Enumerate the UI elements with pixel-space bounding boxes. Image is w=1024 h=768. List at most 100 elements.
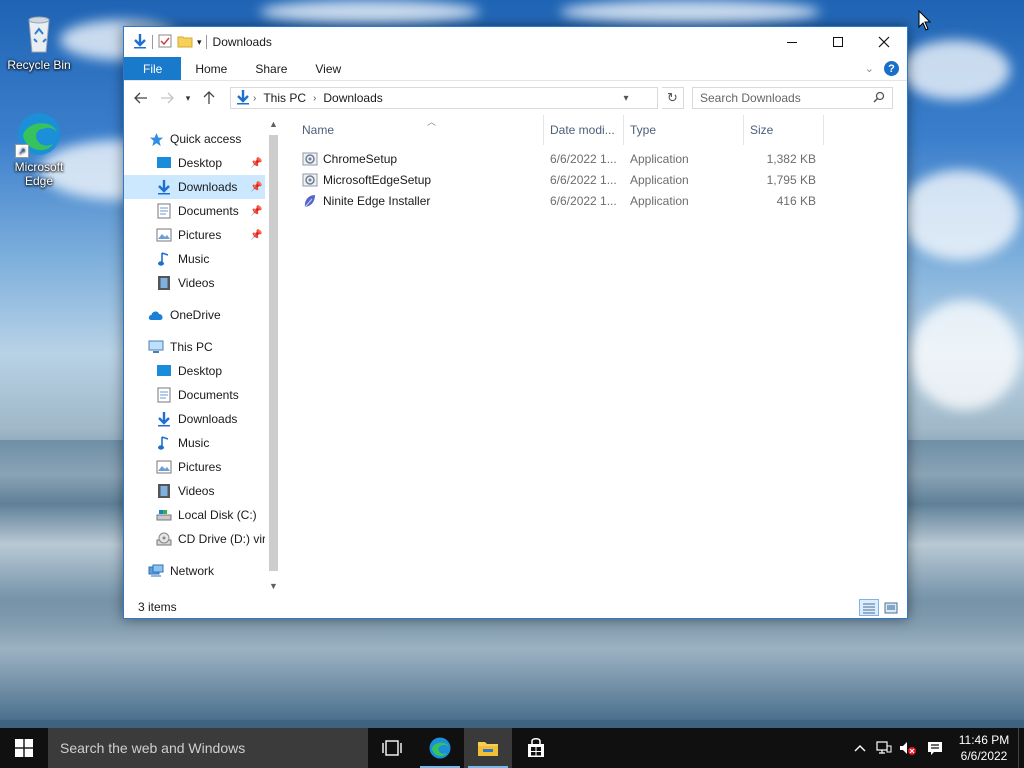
taskbar-search-box[interactable]: Search the web and Windows bbox=[48, 728, 368, 768]
nav-pc-downloads[interactable]: Downloads bbox=[124, 407, 282, 431]
file-type: Application bbox=[630, 193, 689, 208]
chrome-setup-icon bbox=[302, 151, 318, 167]
search-box[interactable]: Search Downloads bbox=[692, 87, 893, 109]
help-icon[interactable]: ? bbox=[884, 61, 899, 76]
action-center-button[interactable] bbox=[920, 728, 950, 768]
column-size[interactable]: Size bbox=[744, 115, 824, 145]
taskbar-edge-button[interactable] bbox=[416, 728, 464, 768]
column-date-modified[interactable]: Date modi... bbox=[544, 115, 624, 145]
nav-pc-documents[interactable]: Documents bbox=[124, 383, 282, 407]
search-input[interactable]: Search Downloads bbox=[700, 91, 801, 105]
column-name[interactable]: Name bbox=[282, 115, 544, 145]
show-hidden-icons-button[interactable] bbox=[848, 728, 872, 768]
nav-network[interactable]: Network bbox=[124, 559, 282, 583]
pin-icon[interactable]: 📌 bbox=[250, 158, 262, 169]
customize-toolbar-icon[interactable]: ▾ bbox=[197, 37, 202, 48]
details-view-button[interactable] bbox=[859, 599, 879, 616]
taskbar-store-button[interactable] bbox=[512, 728, 560, 768]
close-button[interactable] bbox=[861, 27, 907, 57]
expand-ribbon-icon[interactable]: ⌄ bbox=[865, 62, 874, 75]
column-header-row: Name ︿ Date modi... Type Size bbox=[282, 115, 907, 145]
address-history-dropdown[interactable]: ▾ bbox=[617, 88, 635, 108]
pin-icon[interactable]: 📌 bbox=[250, 182, 262, 193]
nav-quick-access[interactable]: Quick access bbox=[124, 127, 282, 151]
nav-label: Desktop bbox=[178, 364, 223, 378]
breadcrumb-chevron-icon[interactable]: › bbox=[251, 93, 258, 104]
toolbar-separator bbox=[152, 35, 153, 49]
forward-button[interactable] bbox=[156, 87, 178, 109]
cloud bbox=[260, 0, 480, 24]
breadcrumb-downloads[interactable]: Downloads bbox=[318, 91, 387, 105]
nav-quick-pictures[interactable]: Pictures 📌 bbox=[124, 223, 282, 247]
desktop-icon-recycle-bin[interactable]: Recycle Bin bbox=[1, 8, 77, 72]
nav-pc-local-disk[interactable]: Local Disk (C:) bbox=[124, 503, 282, 527]
maximize-button[interactable] bbox=[815, 27, 861, 57]
tab-share[interactable]: Share bbox=[241, 57, 301, 80]
desktop-icon-label: Microsoft Edge bbox=[14, 160, 64, 188]
nav-quick-videos[interactable]: Videos bbox=[124, 271, 282, 295]
new-folder-icon[interactable] bbox=[177, 33, 193, 52]
task-view-button[interactable] bbox=[368, 728, 416, 768]
edge-setup-icon bbox=[302, 172, 318, 188]
documents-icon bbox=[156, 387, 172, 403]
windows-logo-icon bbox=[15, 739, 33, 757]
nav-pc-videos[interactable]: Videos bbox=[124, 479, 282, 503]
nav-quick-downloads[interactable]: Downloads 📌 bbox=[124, 175, 265, 199]
nav-label: Local Disk (C:) bbox=[178, 508, 257, 522]
show-desktop-button[interactable] bbox=[1018, 728, 1024, 768]
start-button[interactable] bbox=[0, 728, 48, 768]
network-status-button[interactable] bbox=[872, 728, 896, 768]
nav-quick-music[interactable]: Music bbox=[124, 247, 282, 271]
clock-time: 11:46 PM bbox=[958, 733, 1010, 747]
refresh-button[interactable]: ↻ bbox=[662, 87, 684, 109]
nav-pc-music[interactable]: Music bbox=[124, 431, 282, 455]
title-bar[interactable]: ▾ Downloads bbox=[124, 27, 907, 57]
scrollbar-thumb[interactable] bbox=[269, 135, 278, 571]
nav-quick-documents[interactable]: Documents 📌 bbox=[124, 199, 282, 223]
file-row[interactable]: ChromeSetup 6/6/2022 1... Application 1,… bbox=[282, 148, 907, 169]
pin-icon[interactable]: 📌 bbox=[250, 230, 262, 241]
navigation-pane: Quick access Desktop 📌 Downloads 📌 Docum… bbox=[124, 115, 282, 596]
breadcrumb-this-pc[interactable]: This PC bbox=[258, 91, 311, 105]
taskbar-search-input[interactable]: Search the web and Windows bbox=[60, 740, 245, 756]
column-label: Size bbox=[750, 123, 774, 137]
desktop-icon-microsoft-edge[interactable]: ↗ Microsoft Edge bbox=[1, 110, 77, 188]
file-type: Application bbox=[630, 151, 689, 166]
scroll-down-icon[interactable]: ▼ bbox=[265, 581, 282, 591]
properties-icon[interactable] bbox=[157, 33, 173, 52]
large-icons-view-button[interactable] bbox=[881, 599, 901, 616]
nav-pc-desktop[interactable]: Desktop bbox=[124, 359, 282, 383]
clock[interactable]: 11:46 PM 6/6/2022 bbox=[950, 732, 1018, 764]
nav-onedrive[interactable]: OneDrive bbox=[124, 303, 282, 327]
volume-button[interactable] bbox=[896, 728, 920, 768]
nav-pc-cd-drive[interactable]: CD Drive (D:) virt bbox=[124, 527, 282, 551]
nav-quick-desktop[interactable]: Desktop 📌 bbox=[124, 151, 282, 175]
nav-scrollbar[interactable]: ▲ ▼ bbox=[265, 115, 282, 596]
file-date: 6/6/2022 1... bbox=[550, 172, 617, 187]
tab-view[interactable]: View bbox=[301, 57, 355, 80]
tab-home[interactable]: Home bbox=[181, 57, 241, 80]
back-button[interactable] bbox=[130, 87, 152, 109]
videos-icon bbox=[156, 275, 172, 291]
file-row[interactable]: Ninite Edge Installer 6/6/2022 1... Appl… bbox=[282, 190, 907, 211]
desktop-icon bbox=[156, 155, 172, 171]
scroll-up-icon[interactable]: ▲ bbox=[265, 119, 282, 129]
download-arrow-icon bbox=[132, 33, 148, 52]
tab-file[interactable]: File bbox=[124, 57, 182, 80]
cloud bbox=[900, 40, 1010, 100]
folder-icon bbox=[478, 742, 498, 756]
address-bar[interactable]: › This PC › Downloads ▾ bbox=[230, 87, 658, 109]
breadcrumb-chevron-icon[interactable]: › bbox=[311, 93, 318, 104]
nav-this-pc[interactable]: This PC bbox=[124, 335, 282, 359]
minimize-button[interactable] bbox=[769, 27, 815, 57]
taskbar-file-explorer-button[interactable] bbox=[464, 728, 512, 768]
nav-pc-pictures[interactable]: Pictures bbox=[124, 455, 282, 479]
file-row[interactable]: MicrosoftEdgeSetup 6/6/2022 1... Applica… bbox=[282, 169, 907, 190]
recent-locations-button[interactable]: ▾ bbox=[182, 87, 194, 109]
nav-label: Documents bbox=[178, 388, 239, 402]
file-name: ChromeSetup bbox=[323, 151, 398, 166]
nav-label: Music bbox=[178, 436, 210, 450]
column-type[interactable]: Type bbox=[624, 115, 744, 145]
up-button[interactable] bbox=[198, 87, 220, 109]
pin-icon[interactable]: 📌 bbox=[250, 206, 262, 217]
